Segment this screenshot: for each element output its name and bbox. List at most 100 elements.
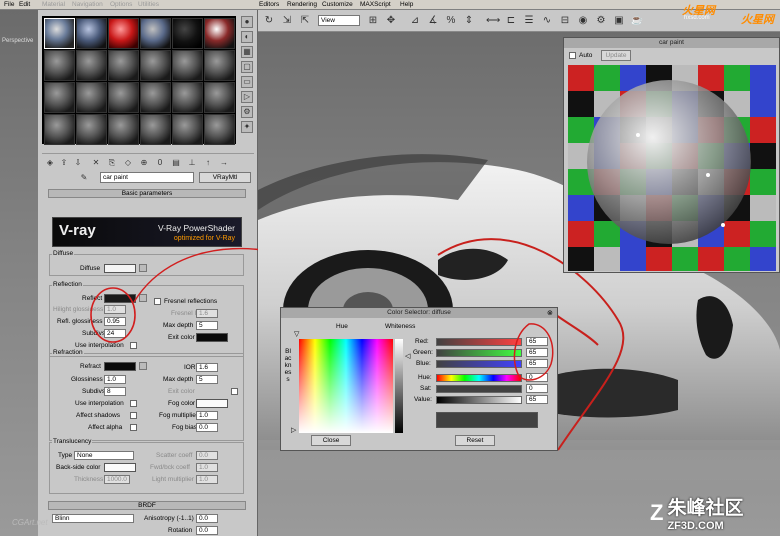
update-button[interactable]: Update xyxy=(601,50,631,61)
menu-navigation[interactable]: Navigation xyxy=(72,1,103,8)
menu-customize[interactable]: Customize xyxy=(322,1,353,8)
blackness-label: Blackness xyxy=(284,348,292,383)
menu-options[interactable]: Options xyxy=(110,1,132,8)
site-logo: 火星网 xyxy=(741,11,774,27)
checker-tile xyxy=(724,221,750,247)
blue-label: Blue: xyxy=(416,360,431,367)
sphere-highlight xyxy=(706,173,710,177)
schematic-icon[interactable]: ⊟ xyxy=(558,14,572,28)
value-label: Value: xyxy=(414,396,432,403)
watermark-left: CGArt.net xyxy=(12,518,48,527)
menu-edit[interactable]: Edit xyxy=(19,1,30,8)
whiteness-pointer-icon[interactable]: ◁ xyxy=(405,352,410,360)
color-selector-dialog: Color Selector: diffuse Hue Whiteness ▽ … xyxy=(280,307,558,451)
checker-tile xyxy=(750,91,776,117)
layer-icon[interactable]: ☰ xyxy=(522,14,536,28)
mirror-icon[interactable]: ⟷ xyxy=(486,14,500,28)
menu-maxscript[interactable]: MAXScript xyxy=(360,1,391,8)
hue-slider[interactable] xyxy=(436,374,522,382)
angle-snap-icon[interactable]: ∡ xyxy=(426,14,440,28)
checker-tile xyxy=(750,247,776,271)
render-icon[interactable]: ☕ xyxy=(630,14,644,28)
value-annotation-circle xyxy=(513,323,554,381)
checker-tile xyxy=(594,65,620,91)
checker-tile xyxy=(620,247,646,271)
watermark-logo-icon: Z xyxy=(650,499,664,525)
rotate-icon[interactable]: ↻ xyxy=(262,14,276,28)
menu-utilities[interactable]: Utilities xyxy=(138,1,159,8)
snap-icon[interactable]: ⊿ xyxy=(408,14,422,28)
auto-checkbox[interactable] xyxy=(569,52,576,59)
preview-title: car paint xyxy=(564,38,779,48)
checker-tile xyxy=(724,247,750,271)
material-preview-window: car paint Auto Update xyxy=(563,37,780,273)
scale-alt-icon[interactable]: ⇱ xyxy=(298,14,312,28)
hue-header: Hue xyxy=(336,323,348,330)
checker-tile xyxy=(750,143,776,169)
whiteness-bar[interactable] xyxy=(395,339,403,433)
menu-bar: File Edit Material Navigation Options Ut… xyxy=(0,0,780,10)
menu-material[interactable]: Material xyxy=(42,1,65,8)
auto-label: Auto xyxy=(579,52,593,59)
sat-slider[interactable] xyxy=(436,385,522,393)
annotation-circles xyxy=(90,248,258,343)
red-slider[interactable] xyxy=(436,338,522,346)
value-field[interactable]: 65 xyxy=(526,395,548,404)
watermark-small: ZF3D.COM xyxy=(667,520,724,532)
checker-tile xyxy=(750,117,776,143)
watermark-top-sub: hxsd.com xyxy=(684,15,710,21)
menu-rendering[interactable]: Rendering xyxy=(287,1,317,8)
blue-slider[interactable] xyxy=(436,360,522,368)
render-frame-icon[interactable]: ▣ xyxy=(612,14,626,28)
green-label: Green: xyxy=(413,349,433,356)
checker-tile xyxy=(646,247,672,271)
site-logo-text: 火星网 xyxy=(741,14,774,26)
percent-snap-icon[interactable]: % xyxy=(444,14,458,28)
checker-tile xyxy=(594,221,620,247)
sphere-highlight xyxy=(721,223,725,227)
sat-label: Sat: xyxy=(420,385,432,392)
pivot-icon[interactable]: ⊞ xyxy=(366,14,380,28)
sphere-highlight xyxy=(636,133,640,137)
checker-tile xyxy=(672,247,698,271)
checker-tile xyxy=(568,247,594,271)
blackness-pointer-icon[interactable]: ▷ xyxy=(291,426,296,434)
checker-tile xyxy=(568,91,594,117)
checker-tile xyxy=(568,117,594,143)
preview-header: Auto Update xyxy=(567,50,778,62)
reference-coordinate-select[interactable]: View xyxy=(318,15,360,26)
dialog-close-icon[interactable]: ⊗ xyxy=(547,309,553,317)
menu-file[interactable]: File xyxy=(4,1,14,8)
render-setup-icon[interactable]: ⚙ xyxy=(594,14,608,28)
preview-sphere xyxy=(587,80,751,244)
watermark-bottom: Z 朱峰社区 ZF3D.COM xyxy=(650,493,743,532)
checker-tile xyxy=(594,247,620,271)
viewport-label[interactable]: Perspective xyxy=(2,38,33,44)
material-editor-icon[interactable]: ◉ xyxy=(576,14,590,28)
preview-canvas xyxy=(568,65,776,271)
checker-tile xyxy=(750,169,776,195)
color-preview-swatch xyxy=(436,412,538,428)
checker-tile xyxy=(750,195,776,221)
menu-editors[interactable]: Editors xyxy=(259,1,279,8)
close-button[interactable]: Close xyxy=(311,435,351,446)
hue-whiteness-gradient[interactable] xyxy=(299,339,393,433)
scale-icon[interactable]: ⇲ xyxy=(280,14,294,28)
checker-tile xyxy=(568,195,594,221)
hue-label: Hue: xyxy=(418,374,432,381)
menu-help[interactable]: Help xyxy=(400,1,413,8)
red-label: Red: xyxy=(415,338,429,345)
value-slider[interactable] xyxy=(436,396,522,404)
align-icon[interactable]: ⊏ xyxy=(504,14,518,28)
checker-tile xyxy=(698,247,724,271)
curve-editor-icon[interactable]: ∿ xyxy=(540,14,554,28)
green-slider[interactable] xyxy=(436,349,522,357)
checker-tile xyxy=(568,221,594,247)
checker-tile xyxy=(568,65,594,91)
reset-button[interactable]: Reset xyxy=(455,435,495,446)
whiteness-header: Whiteness xyxy=(385,323,416,330)
spinner-snap-icon[interactable]: ⇕ xyxy=(462,14,476,28)
select-manipulate-icon[interactable]: ✥ xyxy=(384,14,398,28)
checker-tile xyxy=(750,221,776,247)
hue-pointer-icon[interactable]: ▽ xyxy=(294,330,299,338)
